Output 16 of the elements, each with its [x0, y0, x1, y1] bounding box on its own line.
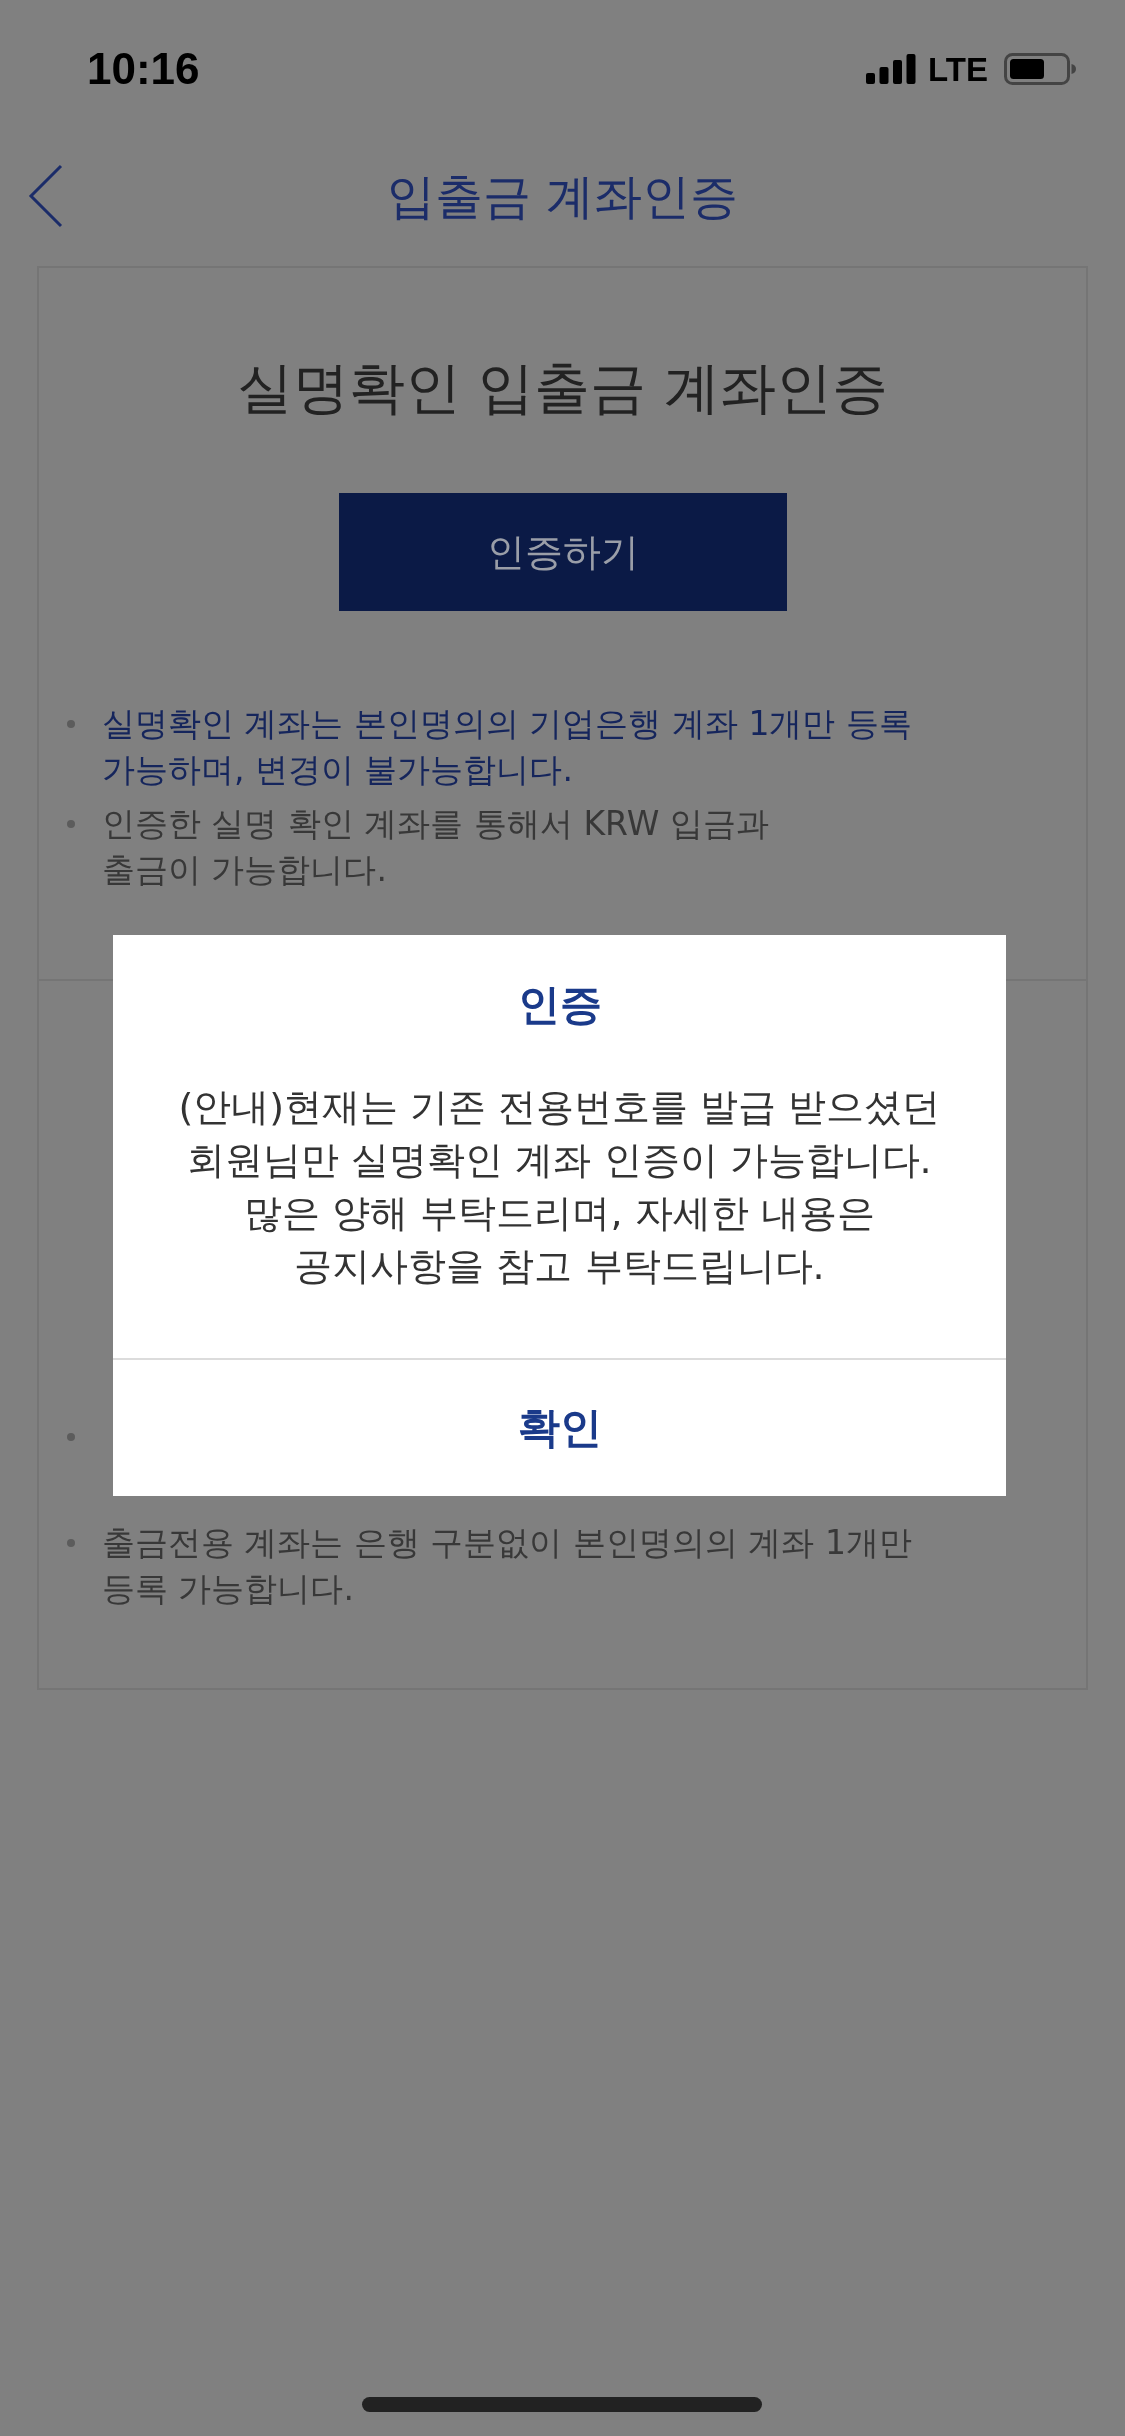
signal-icon — [866, 54, 917, 84]
note-text: 실명확인 계좌는 본인명의의 기업은행 계좌 1개만 등록 가능하며, 변경이 불가능합니다. — [102, 703, 912, 791]
card-title: 실명확인 입출금 계좌인증 — [235, 354, 890, 422]
battery-icon — [1004, 53, 1076, 85]
bullet-icon — [67, 720, 75, 728]
back-chevron-icon — [28, 164, 64, 228]
note-text: 출금전용 계좌는 은행 구분없이 본인명의의 계좌 1개만 등록 가능합니다. — [102, 1522, 912, 1610]
network-type: LTE — [928, 52, 988, 86]
note-text: 인증한 실명 확인 계좌를 통해서 KRW 입금과 출금이 가능합니다. — [102, 803, 769, 891]
verify-button[interactable]: 인증하기 — [338, 493, 787, 611]
page-title: 입출금 계좌인증 — [386, 167, 739, 226]
status-time: 10:16 — [87, 47, 200, 91]
bullet-icon — [67, 820, 75, 828]
bullet-icon — [67, 1539, 75, 1547]
dialog-title: 인증 — [516, 979, 603, 1031]
bullet-icon — [67, 1433, 75, 1441]
